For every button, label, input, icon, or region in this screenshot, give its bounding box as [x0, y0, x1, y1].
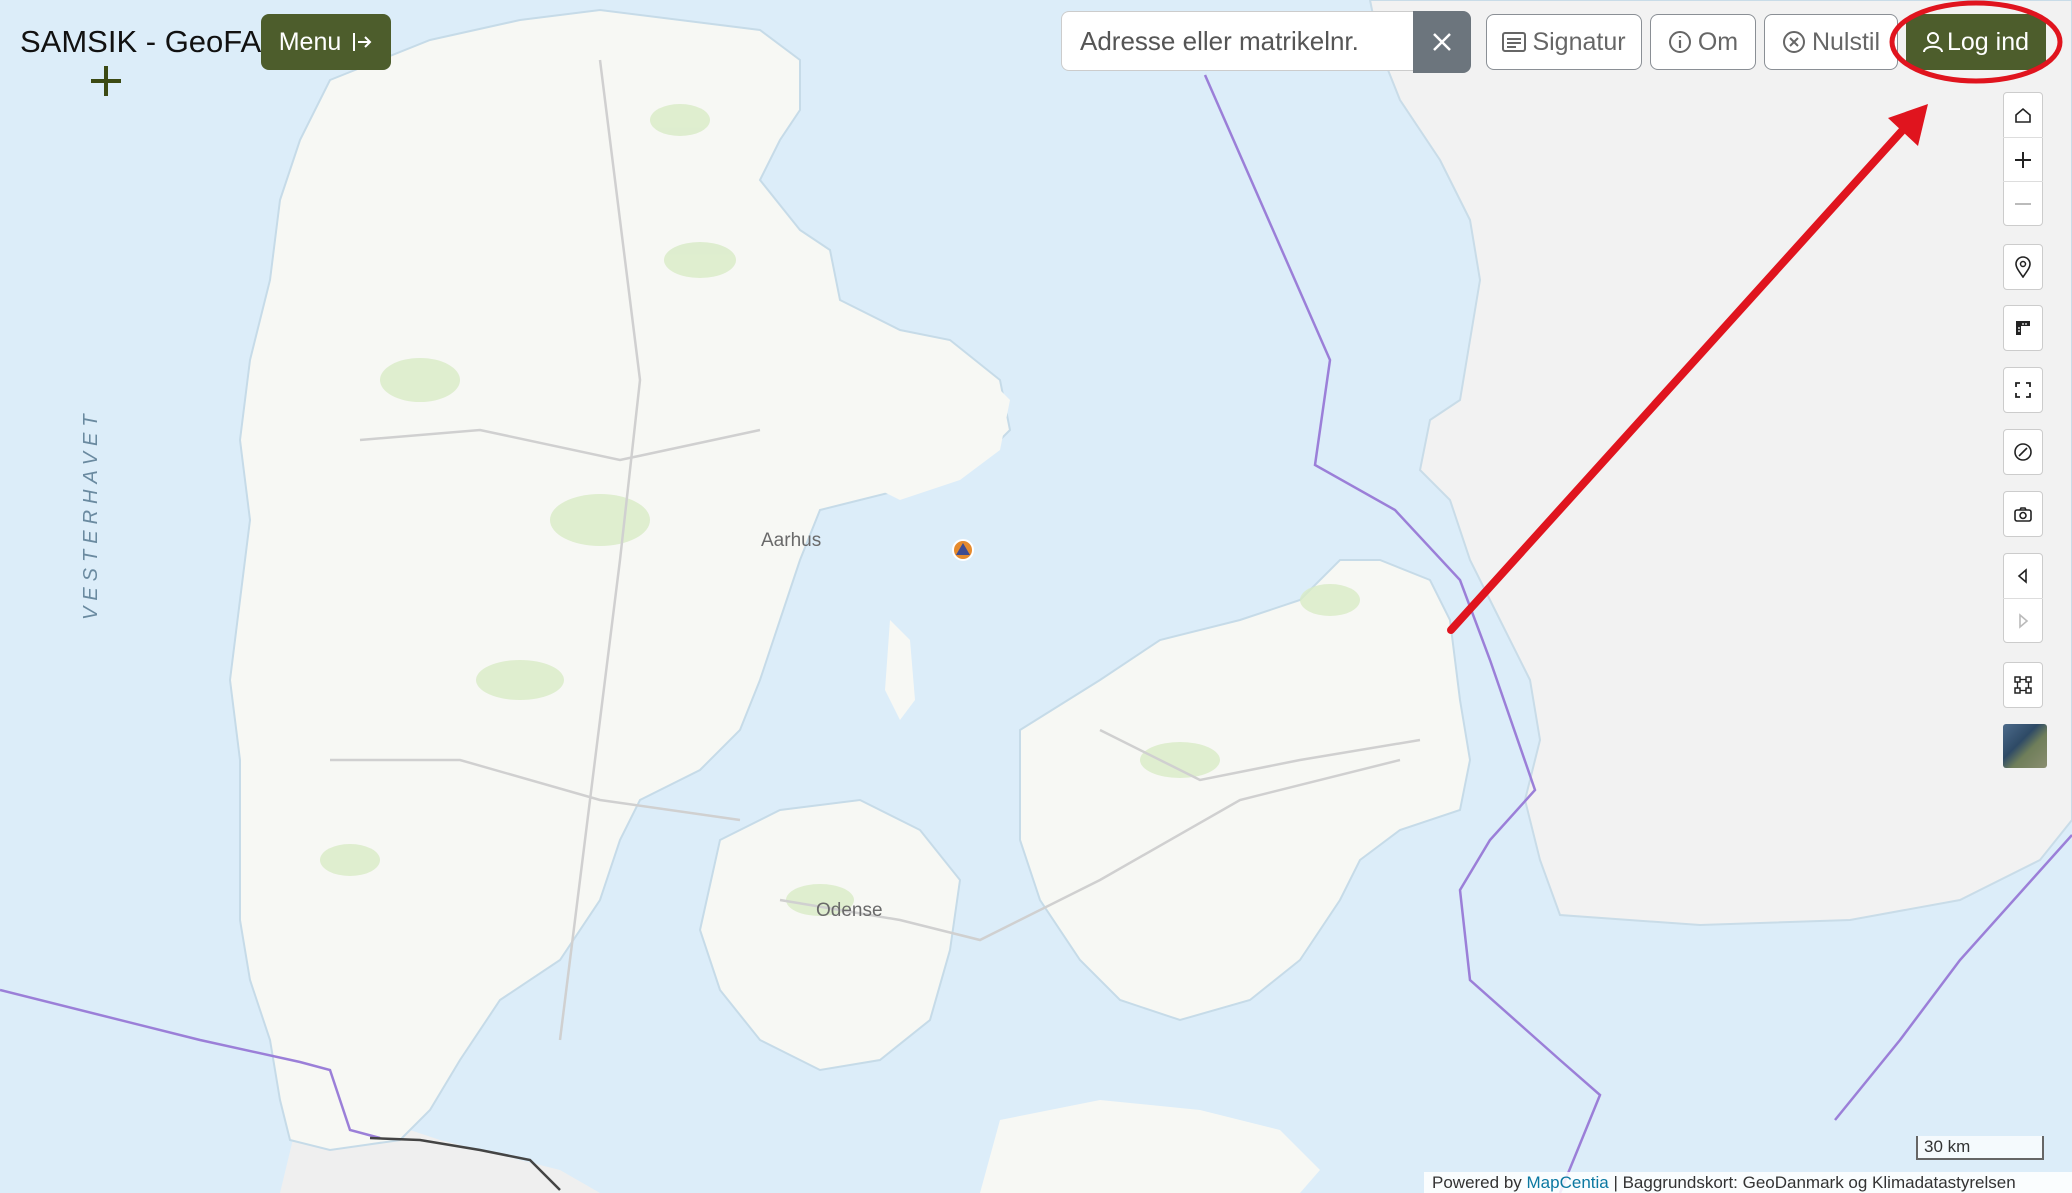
zoom-in-button[interactable] — [2003, 137, 2043, 181]
forward-icon — [2019, 612, 2029, 629]
camera-icon — [2014, 507, 2032, 522]
attribution-prefix: Powered by — [1432, 1173, 1522, 1192]
history-control — [2003, 553, 2043, 643]
print-button[interactable] — [2003, 492, 2043, 536]
location-control — [2003, 244, 2043, 290]
annotation-circle — [1889, 0, 2063, 84]
zoom-out-button[interactable] — [2003, 181, 2043, 225]
home-button[interactable] — [2003, 93, 2043, 137]
reset-north-button[interactable] — [2003, 430, 2043, 474]
back-icon — [2017, 568, 2027, 584]
measure-button[interactable] — [2003, 306, 2043, 350]
measure-control — [2003, 305, 2043, 351]
zoom-out-icon — [2015, 202, 2031, 205]
fullscreen-control — [2003, 367, 2043, 413]
zoom-in-icon — [2015, 151, 2031, 168]
measure-icon — [2016, 321, 2030, 335]
back-button[interactable] — [2003, 554, 2043, 598]
draw-icon — [2014, 676, 2032, 694]
attribution-suffix: | Baggrundskort: GeoDanmark og Klimadata… — [1608, 1173, 2016, 1192]
compass-control — [2003, 429, 2043, 475]
home-icon — [2015, 107, 2031, 123]
forward-button[interactable] — [2003, 598, 2043, 642]
compass-icon — [2014, 443, 2032, 461]
attribution: Powered by MapCentia | Baggrundskort: Ge… — [1424, 1172, 2072, 1193]
fullscreen-button[interactable] — [2003, 368, 2043, 412]
annotation-overlay — [1447, 0, 2063, 634]
satellite-layer-toggle[interactable] — [2003, 724, 2047, 768]
draw-control — [2003, 662, 2043, 708]
mapcentia-link[interactable]: MapCentia — [1527, 1173, 1609, 1192]
scale-bar: 30 km — [1916, 1136, 2044, 1160]
zoom-control-group — [2003, 92, 2043, 226]
fullscreen-icon — [2015, 382, 2031, 398]
locate-button[interactable] — [2003, 245, 2043, 289]
draw-button[interactable] — [2003, 663, 2043, 707]
location-pin-icon — [2015, 256, 2031, 278]
annotation-arrow-line — [1447, 118, 1914, 634]
print-control — [2003, 491, 2043, 537]
